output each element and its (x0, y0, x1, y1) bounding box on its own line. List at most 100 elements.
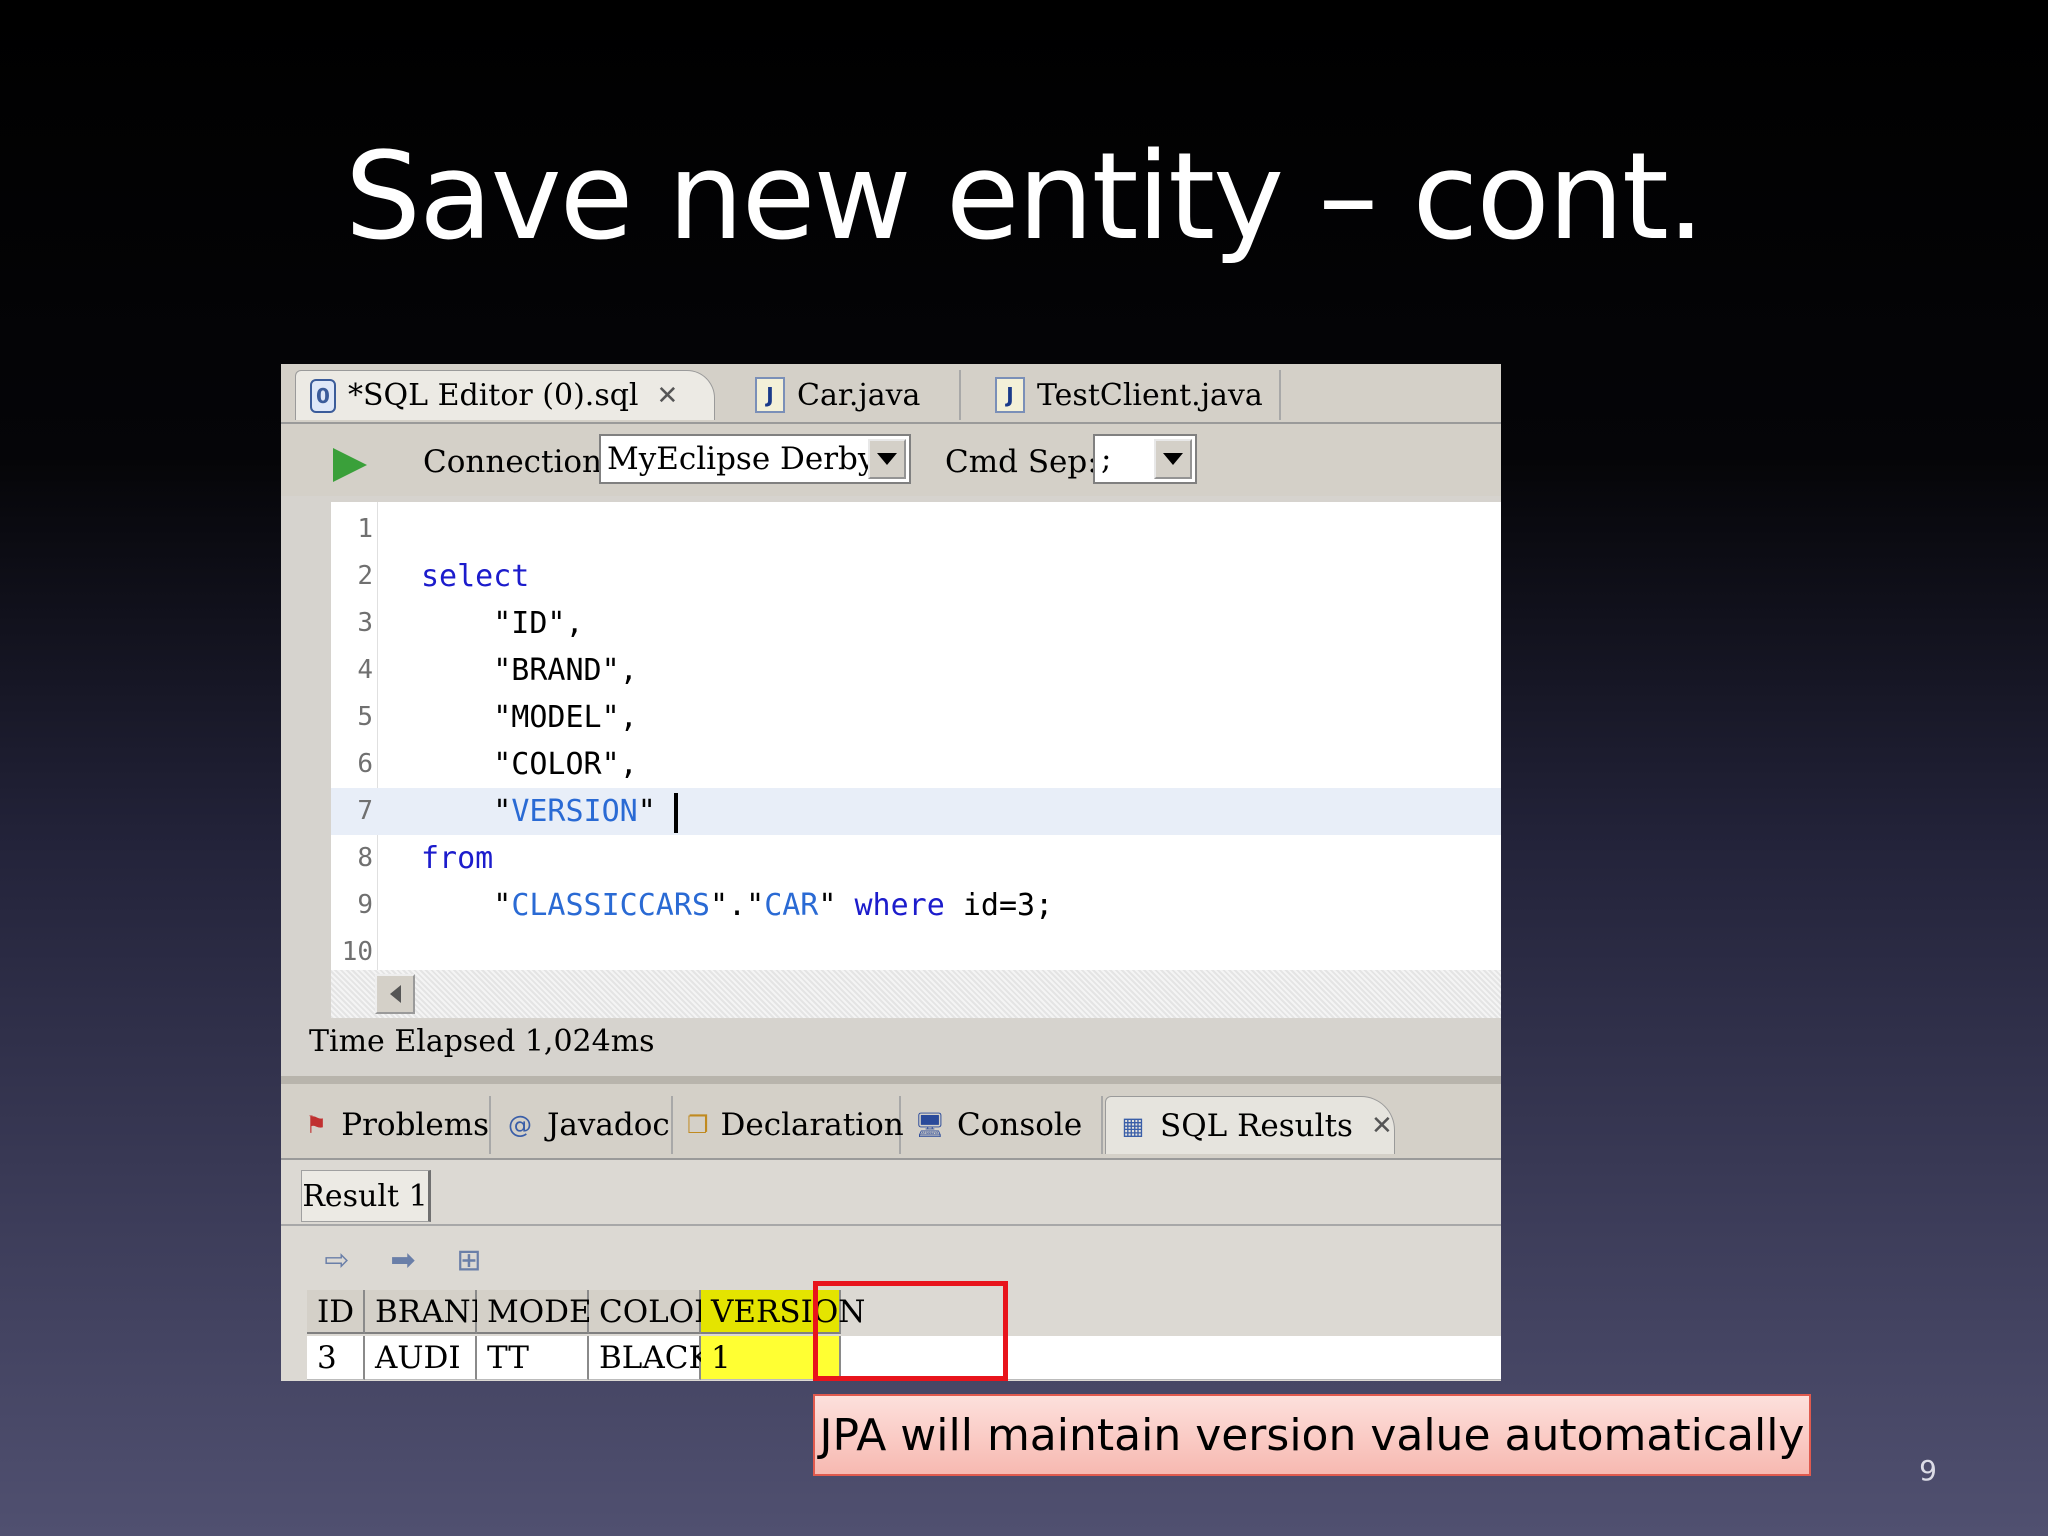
code-token: VERSION (511, 794, 638, 829)
run-icon[interactable] (333, 448, 367, 482)
tab-declaration[interactable]: ❐ Declaration (675, 1096, 904, 1154)
code-text: "VERSION" (421, 788, 678, 835)
tab-console[interactable]: 🖥 Console (903, 1096, 1103, 1154)
close-icon[interactable]: ✕ (657, 381, 679, 411)
code-line[interactable]: 2 select (331, 553, 1501, 600)
code-line[interactable]: 4 "BRAND", (331, 647, 1501, 694)
result-tab-line (281, 1224, 1501, 1226)
time-elapsed: Time Elapsed 1,024ms (309, 1024, 655, 1059)
monitor-icon: 🖥 (914, 1111, 946, 1139)
code-line[interactable]: 1 (331, 506, 1501, 553)
tab-sql-editor[interactable]: 0 *SQL Editor (0).sql ✕ (295, 370, 715, 420)
connection-label: Connection: (423, 444, 613, 480)
code-token: id=3; (944, 888, 1054, 923)
table-cell[interactable]: 3 (307, 1336, 365, 1380)
code-text: "MODEL", (421, 694, 638, 741)
text-cursor (673, 792, 678, 833)
code-token: CLASSICCARS (511, 888, 710, 923)
code-text: "ID", (421, 600, 584, 647)
horizontal-scrollbar[interactable] (331, 970, 1501, 1018)
export-icon[interactable]: ⇨ (315, 1240, 359, 1280)
java-file-icon: J (755, 377, 785, 413)
declaration-icon: ❐ (687, 1111, 709, 1139)
cmdsep-select[interactable]: ; (1093, 434, 1197, 484)
code-token: "COLOR", (421, 747, 638, 782)
code-line[interactable]: 8 from (331, 835, 1501, 882)
tab-label: Javadoc (547, 1107, 670, 1143)
table-icon: ▦ (1121, 1111, 1145, 1140)
line-number: 8 (357, 843, 373, 873)
code-text: "BRAND", (421, 647, 638, 694)
line-number: 2 (357, 561, 373, 591)
code-line[interactable]: 9 "CLASSICCARS"."CAR" where id=3; (331, 882, 1501, 929)
column-header[interactable]: BRAND (365, 1290, 496, 1334)
code-text: select (421, 553, 529, 600)
code-text: from (421, 835, 493, 882)
scroll-left-icon[interactable] (375, 974, 415, 1014)
chevron-down-icon[interactable] (1154, 439, 1192, 479)
view-tab-bar: ⚑ Problems @ Javadoc ❐ Declaration 🖥 Con… (281, 1084, 1501, 1160)
code-line[interactable]: 6 "COLOR", (331, 741, 1501, 788)
execution-plan-icon[interactable]: ⊞ (447, 1240, 491, 1280)
cmdsep-label: Cmd Sep: (945, 444, 1098, 480)
code-token: " (818, 888, 855, 923)
tab-label: *SQL Editor (0).sql (348, 378, 639, 413)
tab-label: TestClient.java (1037, 377, 1263, 413)
close-icon[interactable]: ✕ (1371, 1111, 1393, 1141)
code-line[interactable]: 7 "VERSION" (331, 788, 1501, 835)
tab-testclient-java[interactable]: J TestClient.java (981, 370, 1281, 420)
tab-javadoc[interactable]: @ Javadoc (493, 1096, 673, 1154)
code-token: "BRAND", (421, 653, 638, 688)
column-header[interactable]: COLOR (589, 1290, 717, 1334)
line-number: 4 (357, 655, 373, 685)
code-line[interactable]: 5 "MODEL", (331, 694, 1501, 741)
line-number: 7 (357, 796, 373, 826)
code-token: "MODEL", (421, 700, 638, 735)
code-text: "CLASSICCARS"."CAR" where id=3; (421, 882, 1053, 929)
tab-problems[interactable]: ⚑ Problems (291, 1096, 491, 1154)
line-number: 3 (357, 608, 373, 638)
code-line[interactable]: 10 (331, 929, 1501, 976)
tab-label: Car.java (797, 377, 921, 413)
table-cell[interactable]: BLACK (589, 1336, 712, 1380)
java-file-warning-icon: J (995, 377, 1025, 413)
ide-screenshot: 0 *SQL Editor (0).sql ✕ J Car.java J Tes… (281, 364, 1501, 1381)
tab-car-java[interactable]: J Car.java (741, 370, 961, 420)
code-token: from (421, 841, 494, 876)
tab-sql-results[interactable]: ▦ SQL Results ✕ (1105, 1096, 1395, 1154)
line-number: 9 (357, 890, 373, 920)
connection-value: MyEclipse Derby (607, 441, 876, 477)
chevron-down-icon[interactable] (868, 439, 906, 479)
code-token: " (421, 794, 512, 829)
sql-code-editor[interactable]: 1 2 select 3 "ID", 4 "BRAND", 5 "MODEL", 6 "CO… (331, 502, 1501, 972)
line-number: 6 (357, 749, 373, 779)
column-header[interactable]: ID (307, 1290, 365, 1334)
tab-label: Console (957, 1107, 1083, 1143)
code-token: "." (710, 888, 765, 923)
version-highlight-box (813, 1281, 1008, 1381)
column-header[interactable]: MODEL (477, 1290, 612, 1334)
code-token: "ID", (421, 606, 584, 641)
connection-select[interactable]: MyEclipse Derby (599, 434, 911, 484)
at-icon: @ (508, 1111, 532, 1139)
table-cell[interactable]: AUDI (365, 1336, 477, 1380)
code-token: select (421, 559, 530, 594)
code-token: CAR (764, 888, 819, 923)
database-icon: 0 (310, 378, 336, 413)
page-number: 9 (1919, 1454, 1937, 1487)
tab-label: Declaration (720, 1107, 904, 1143)
cmdsep-value: ; (1101, 441, 1112, 477)
line-number: 5 (357, 702, 373, 732)
table-cell[interactable]: TT (477, 1336, 589, 1380)
code-text: "COLOR", (421, 741, 638, 788)
slide-title: Save new entity – cont. (344, 128, 1705, 267)
annotation-callout: JPA will maintain version value automati… (813, 1394, 1811, 1476)
tab-label: SQL Results (1160, 1107, 1353, 1144)
code-line[interactable]: 3 "ID", (331, 600, 1501, 647)
tab-result-1[interactable]: Result 1 (301, 1170, 431, 1222)
line-number: 1 (357, 514, 373, 544)
panel-divider[interactable] (281, 1076, 1501, 1084)
code-token: " (421, 888, 512, 923)
export-all-icon[interactable]: ➡ (381, 1240, 425, 1280)
problems-icon: ⚑ (305, 1111, 327, 1139)
